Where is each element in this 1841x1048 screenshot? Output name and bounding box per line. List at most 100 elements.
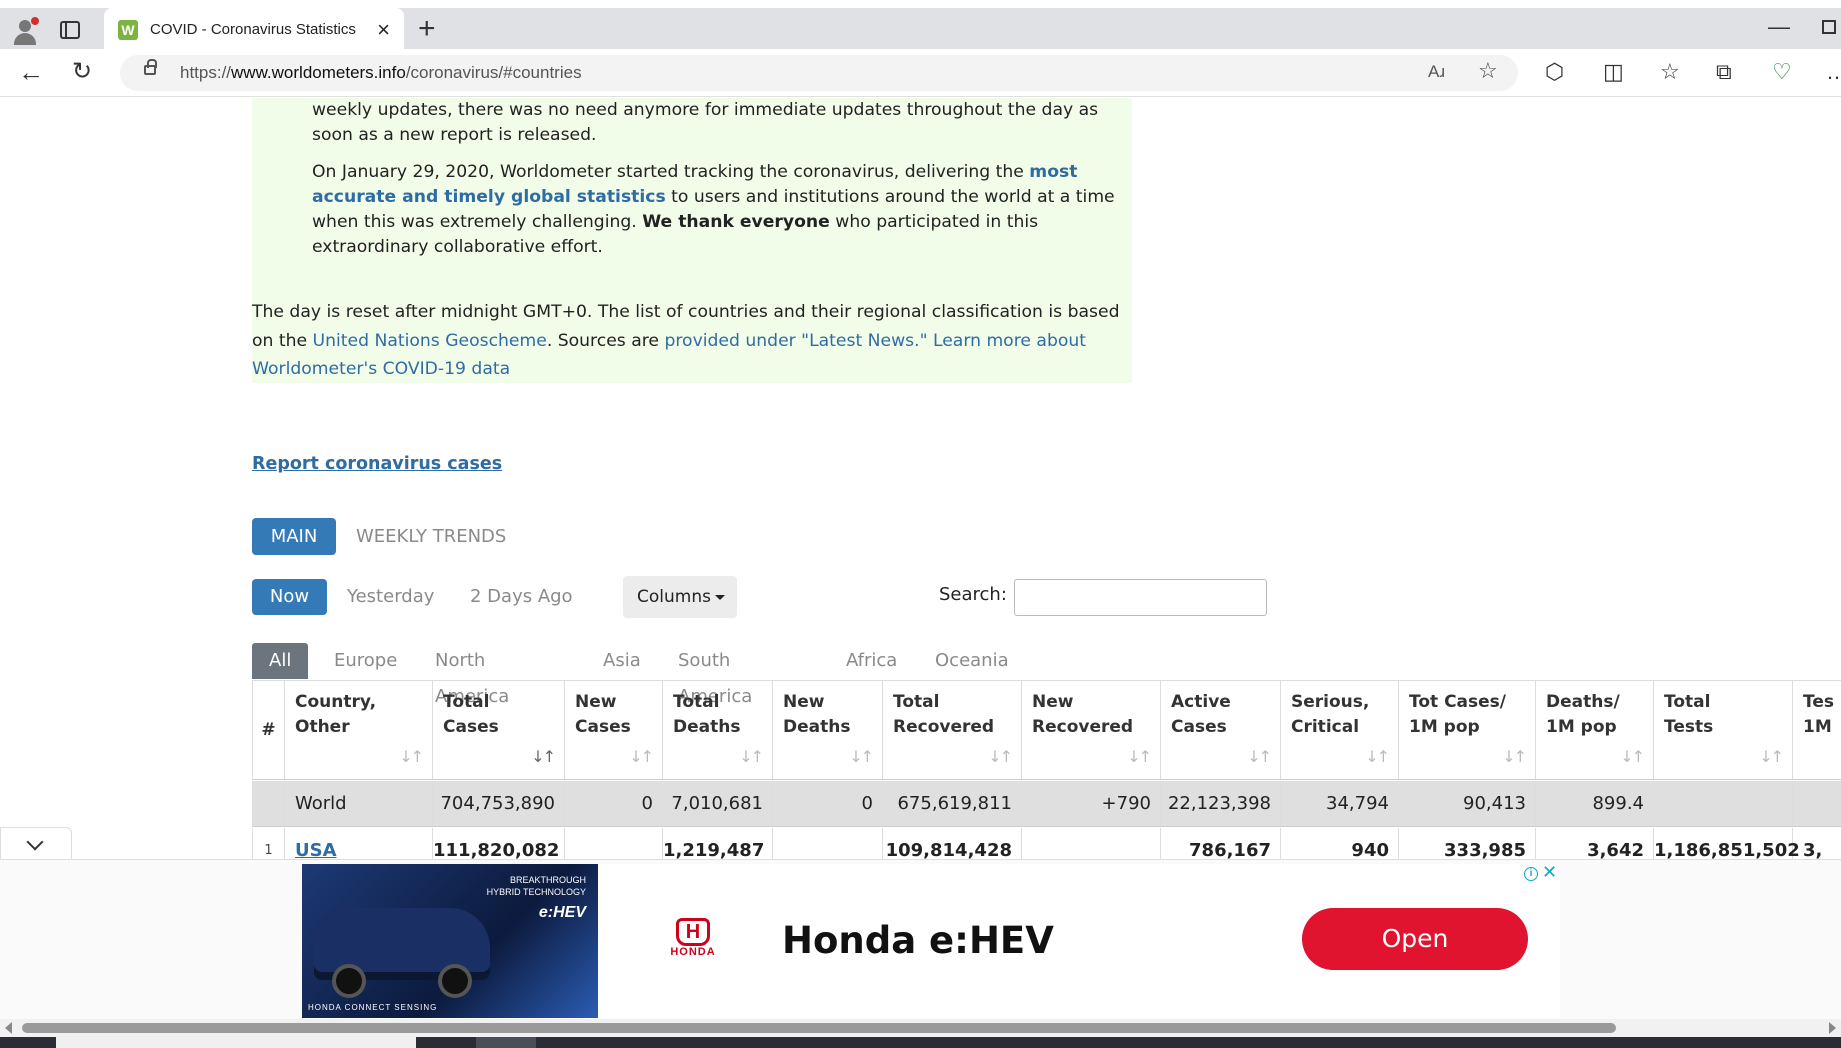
sort-icon[interactable]: ↓↑ <box>1502 744 1527 769</box>
ad-car-image[interactable]: BREAKTHROUGH HYBRID TECHNOLOGY e:HEV HOND… <box>302 864 598 1018</box>
sort-icon[interactable]: ↓↑ <box>739 744 764 769</box>
data-info-text: The day is reset after midnight GMT+0. T… <box>252 302 1120 379</box>
scroll-right-icon[interactable] <box>1829 1022 1836 1034</box>
url-field[interactable]: https://www.worldometers.info/coronaviru… <box>120 55 1518 91</box>
page-content: weekly updates, there was no need anymor… <box>0 98 1841 860</box>
scroll-left-icon[interactable] <box>5 1022 12 1034</box>
header-total-tests[interactable]: Total Tests ↓↑ <box>1654 681 1793 779</box>
sort-icon[interactable]: ↓↑ <box>629 744 654 769</box>
header-rank[interactable]: # <box>253 681 285 779</box>
tab-main[interactable]: MAIN <box>252 518 336 555</box>
search-input[interactable] <box>1014 579 1267 616</box>
collapse-ad-button[interactable] <box>0 827 72 859</box>
cell-new-cases: 0 <box>565 781 663 826</box>
sort-icon[interactable]: ↓↑ <box>1127 744 1152 769</box>
sort-icon[interactable]: ↓↑ <box>399 744 424 769</box>
extensions-icon[interactable]: ⬡ <box>1545 59 1564 85</box>
horizontal-scrollbar[interactable] <box>0 1019 1841 1037</box>
latest-news-link[interactable]: provided under "Latest News." <box>664 331 927 351</box>
region-tab-europe[interactable]: Europe <box>334 643 397 679</box>
favorites-icon[interactable]: ☆ <box>1660 59 1680 85</box>
tab-2-days-ago[interactable]: 2 Days Ago <box>470 586 573 607</box>
scrollbar-thumb[interactable] <box>22 1023 1616 1033</box>
sort-icon[interactable]: ↓↑ <box>1365 744 1390 769</box>
header-new-cases[interactable]: New Cases ↓↑ <box>565 681 663 779</box>
region-tab-all[interactable]: All <box>252 643 309 679</box>
cell-cases-per-million: 333,985 <box>1399 828 1536 860</box>
ad-info-icon[interactable]: i <box>1524 867 1538 881</box>
cell-active-cases: 786,167 <box>1161 828 1281 860</box>
sort-icon[interactable]: ↓↑ <box>1620 744 1645 769</box>
country-link-usa[interactable]: USA <box>295 840 337 860</box>
maximize-icon[interactable] <box>1822 20 1836 34</box>
tab-now[interactable]: Now <box>252 579 327 615</box>
header-total-recovered[interactable]: Total Recovered ↓↑ <box>883 681 1022 779</box>
cell-total-deaths: 7,010,681 <box>663 781 773 826</box>
close-tab-icon[interactable]: × <box>377 17 390 43</box>
minimize-icon[interactable]: — <box>1768 14 1790 40</box>
region-tab-north-america[interactable]: North America <box>435 643 509 707</box>
browser-address-bar: ← ↻ https://www.worldometers.info/corona… <box>0 49 1841 97</box>
region-tab-asia[interactable]: Asia <box>603 643 641 679</box>
columns-dropdown-button[interactable]: Columns <box>623 576 737 618</box>
sort-icon[interactable]: ↓↑ <box>988 744 1013 769</box>
collections-icon[interactable]: ⧉ <box>1716 59 1732 85</box>
honda-logo[interactable]: H HONDA <box>658 918 728 958</box>
new-tab-icon[interactable]: + <box>418 12 436 46</box>
cell-new-recovered: +790 <box>1022 781 1161 826</box>
ad-content[interactable]: BREAKTHROUGH HYBRID TECHNOLOGY e:HEV HOND… <box>302 862 1560 1018</box>
health-icon[interactable]: ♡ <box>1772 59 1792 85</box>
cell-total-tests: 1,186,851,502 <box>1654 828 1800 860</box>
header-cases-per-million[interactable]: Tot Cases/1M pop ↓↑ <box>1399 681 1536 779</box>
read-aloud-icon[interactable]: Aɹ <box>1428 62 1445 82</box>
un-geoscheme-link[interactable]: United Nations Geoscheme <box>313 331 547 351</box>
header-serious-critical[interactable]: Serious, Critical ↓↑ <box>1281 681 1399 779</box>
tab-yesterday[interactable]: Yesterday <box>347 586 434 607</box>
cell-tests-per-million <box>1793 781 1841 826</box>
header-total-deaths[interactable]: Total Deaths ↓↑ <box>663 681 773 779</box>
refresh-icon[interactable]: ↻ <box>72 57 92 86</box>
cell-total-cases: 111,820,082 <box>433 828 565 860</box>
cell-rank <box>253 781 285 826</box>
report-cases-link[interactable]: Report coronavirus cases <box>252 454 502 474</box>
header-active-cases[interactable]: Active Cases ↓↑ <box>1161 681 1281 779</box>
cell-total-cases: 704,753,890 <box>433 781 565 826</box>
table-row-world: World 704,753,890 0 7,010,681 0 675,619,… <box>252 781 1841 827</box>
region-tab-south-america[interactable]: South America <box>678 643 752 707</box>
header-deaths-per-million[interactable]: Deaths/1M pop ↓↑ <box>1536 681 1654 779</box>
url-text[interactable]: https://www.worldometers.info/coronaviru… <box>180 63 582 83</box>
cell-new-recovered <box>1022 828 1161 860</box>
sort-icon[interactable]: ↓↑ <box>1247 744 1272 769</box>
header-new-deaths[interactable]: New Deaths ↓↑ <box>773 681 883 779</box>
tab-weekly-trends[interactable]: WEEKLY TRENDS <box>356 526 506 547</box>
taskbar <box>0 1037 1841 1048</box>
notice-paragraph-1: weekly updates, there was no need anymor… <box>312 100 1099 145</box>
region-tab-africa[interactable]: Africa <box>846 643 897 679</box>
sort-active-icon[interactable]: ↓↑ <box>531 744 556 769</box>
search-label: Search: <box>939 584 1007 605</box>
sort-icon[interactable]: ↓↑ <box>849 744 874 769</box>
cell-new-deaths <box>773 828 883 860</box>
favorite-icon[interactable]: ☆ <box>1478 58 1498 84</box>
header-new-recovered[interactable]: New Recovered ↓↑ <box>1022 681 1161 779</box>
cell-total-recovered: 675,619,811 <box>883 781 1022 826</box>
header-country[interactable]: Country, Other ↓↑ <box>285 681 433 779</box>
profile-icon[interactable] <box>10 16 40 46</box>
header-total-cases[interactable]: Total Cases ↓↑ <box>433 681 565 779</box>
cell-total-tests <box>1654 781 1793 826</box>
ad-close-icon[interactable]: ✕ <box>1542 862 1557 883</box>
split-screen-icon[interactable]: ◫ <box>1603 59 1624 85</box>
lock-icon[interactable] <box>144 59 157 75</box>
tabs-icon[interactable] <box>60 21 80 39</box>
region-tab-oceania[interactable]: Oceania <box>935 643 1009 679</box>
header-tests-per-million[interactable]: Tes 1M <box>1793 681 1841 779</box>
ad-open-button[interactable]: Open <box>1302 908 1528 970</box>
more-icon[interactable]: … <box>1826 59 1841 85</box>
sort-icon[interactable]: ↓↑ <box>1759 744 1784 769</box>
cell-serious-critical: 34,794 <box>1281 781 1399 826</box>
ad-title[interactable]: Honda e:HEV <box>782 919 1054 962</box>
cell-country: USA <box>285 828 433 860</box>
table-header-row: # Country, Other ↓↑ Total Cases ↓↑ New Cases ↓… <box>252 681 1841 780</box>
cell-new-cases <box>565 828 663 860</box>
back-icon[interactable]: ← <box>18 57 44 88</box>
